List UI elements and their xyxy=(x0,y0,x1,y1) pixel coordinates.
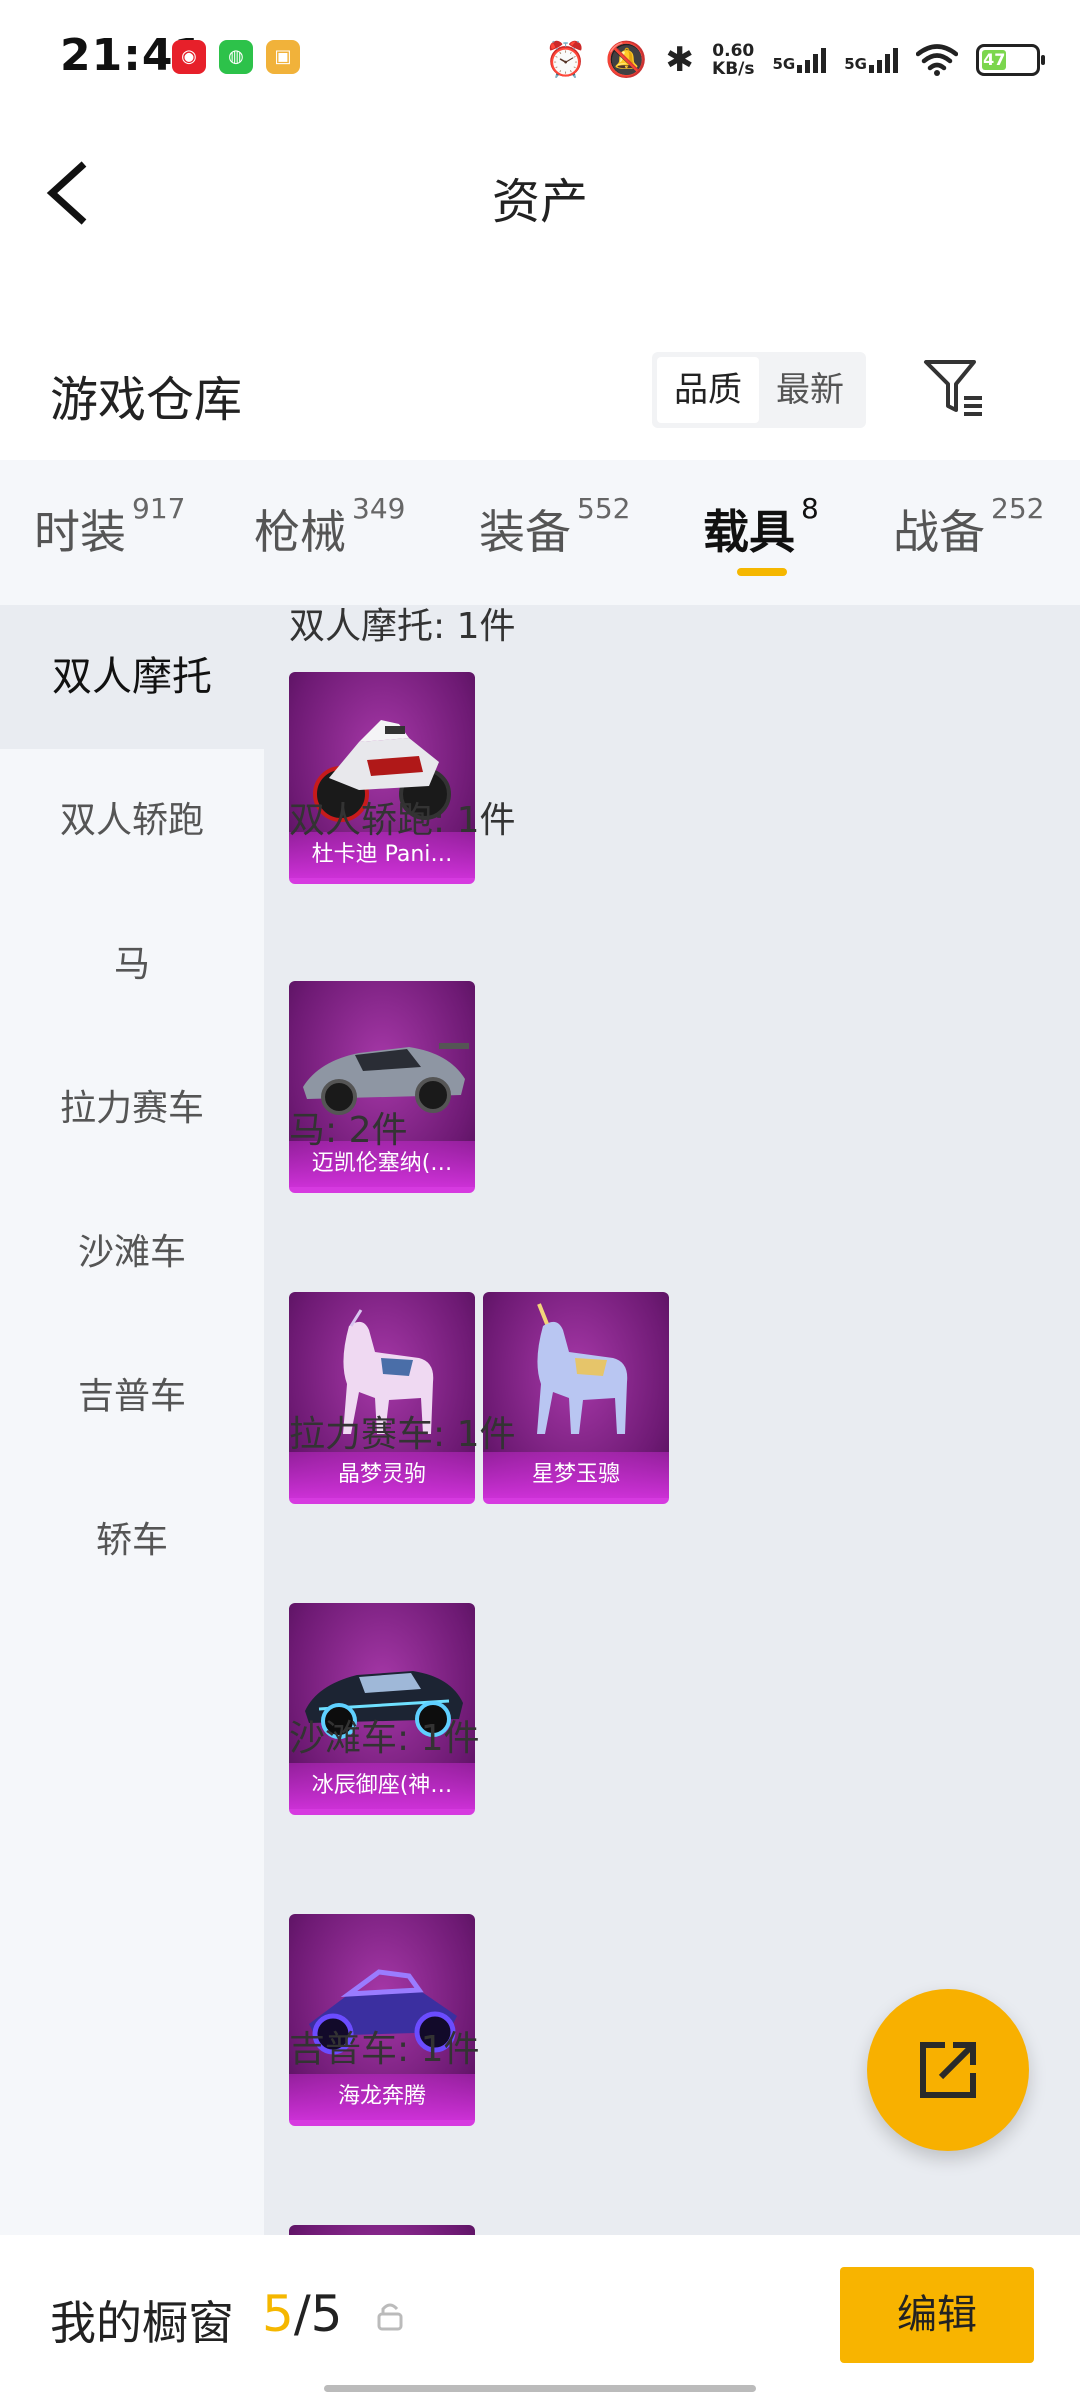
network-type-1: 5G xyxy=(772,55,796,73)
showcase-separator: / xyxy=(293,2285,311,2343)
speed-value: 0.60 xyxy=(712,41,755,61)
group-title-duo-coupe: 双人轿跑: 1件 xyxy=(289,800,516,841)
tab-label: 载具 xyxy=(703,505,795,559)
status-icons: ⏰ 🔕 ✱ 0.60 KB/s 5G 5G 47 xyxy=(544,32,1045,88)
tab-fashion[interactable]: 时装 917 xyxy=(34,492,185,562)
vehicle-card[interactable]: 晶梦灵驹 xyxy=(289,1292,475,1504)
share-fab[interactable] xyxy=(867,1989,1029,2151)
showcase-count: 5/5 xyxy=(262,2285,342,2343)
lock-icon xyxy=(377,2303,403,2331)
showcase-total: 5 xyxy=(310,2285,343,2343)
vehicle-card[interactable]: 杜卡迪 Pani… xyxy=(289,672,475,884)
tab-label: 战备 xyxy=(893,505,985,559)
vehicle-type-sidebar: 双人摩托 双人轿跑 马 拉力赛车 沙滩车 吉普车 轿车 xyxy=(0,605,264,2235)
vehicle-name: 冰辰御座(神… xyxy=(289,1763,475,1809)
sort-option-newest[interactable]: 最新 xyxy=(759,357,861,423)
sidebar-item-duo-motorbike[interactable]: 双人摩托 xyxy=(0,605,264,749)
page-title: 资产 xyxy=(491,174,588,230)
vehicle-name: 星梦玉骢 xyxy=(483,1452,669,1498)
tab-combat-gear[interactable]: 战备 252 xyxy=(893,492,1044,562)
group-title-buggy: 沙滩车: 1件 xyxy=(289,1718,480,1759)
tab-count: 8 xyxy=(801,492,819,525)
group-title-horse: 马: 2件 xyxy=(289,1110,408,1151)
home-indicator[interactable] xyxy=(324,2385,756,2392)
vehicle-card[interactable]: 星梦玉骢 xyxy=(483,1292,669,1504)
tab-count: 917 xyxy=(132,492,186,525)
network-type-2: 5G xyxy=(844,55,867,73)
wifi-icon xyxy=(916,44,958,76)
sidebar-item-sedan[interactable]: 轿车 xyxy=(0,1469,264,1613)
sidebar-item-jeep[interactable]: 吉普车 xyxy=(0,1325,264,1469)
tab-label: 时装 xyxy=(34,505,126,559)
group-title-duo-motorbike: 双人摩托: 1件 xyxy=(289,606,516,647)
sidebar-item-rally-car[interactable]: 拉力赛车 xyxy=(0,1037,264,1181)
warehouse-title: 游戏仓库 xyxy=(50,372,243,428)
battery-level: 47 xyxy=(982,50,1007,70)
signal-icon: 5G xyxy=(773,47,827,73)
group-title-jeep: 吉普车: 1件 xyxy=(289,2029,480,2070)
tab-label: 枪械 xyxy=(254,505,346,559)
sort-toggle: 品质 最新 xyxy=(652,352,866,428)
tab-weapons[interactable]: 枪械 349 xyxy=(254,492,405,562)
showcase-current: 5 xyxy=(262,2285,294,2343)
warehouse-header: 游戏仓库 品质 最新 xyxy=(0,330,1080,450)
sort-option-quality[interactable]: 品质 xyxy=(657,357,759,423)
network-speed: 0.60 KB/s xyxy=(712,42,754,78)
vehicle-card[interactable] xyxy=(289,2225,475,2235)
active-tab-indicator xyxy=(737,568,787,576)
share-external-icon xyxy=(920,2042,976,2098)
sidebar-item-horse[interactable]: 马 xyxy=(0,893,264,1037)
bluetooth-icon: ✱ xyxy=(665,40,695,80)
alarm-icon: ⏰ xyxy=(544,40,588,80)
signal-icon: 5G xyxy=(844,47,898,73)
status-bar: 21:41 ◉ ◍ ▣ ⏰ 🔕 ✱ 0.60 KB/s 5G 5G 47 xyxy=(0,0,1080,120)
app-header: 资产 xyxy=(0,120,1080,260)
vehicle-card[interactable]: 迈凯伦塞纳(… xyxy=(289,981,475,1193)
wechat-icon: ◍ xyxy=(219,40,253,74)
battery-icon: 47 xyxy=(976,44,1045,76)
vehicle-name: 晶梦灵驹 xyxy=(289,1452,475,1498)
tab-count: 552 xyxy=(577,492,631,525)
sidebar-item-duo-coupe[interactable]: 双人轿跑 xyxy=(0,749,264,893)
category-tabs: 时装 917 枪械 349 装备 552 载具 8 战备 252 xyxy=(0,460,1080,605)
group-title-rally-car: 拉力赛车: 1件 xyxy=(289,1414,516,1455)
filter-icon[interactable] xyxy=(920,354,986,420)
showcase-label: 我的橱窗 xyxy=(50,2296,234,2350)
netease-music-icon: ◉ xyxy=(172,40,206,74)
tab-count: 252 xyxy=(991,492,1045,525)
speed-unit: KB/s xyxy=(712,59,755,79)
sidebar-item-buggy[interactable]: 沙滩车 xyxy=(0,1181,264,1325)
tab-equipment[interactable]: 装备 552 xyxy=(479,492,630,562)
mute-icon: 🔕 xyxy=(605,40,648,80)
tab-label: 装备 xyxy=(479,505,571,559)
edit-button[interactable]: 编辑 xyxy=(840,2267,1034,2363)
tab-vehicles[interactable]: 载具 8 xyxy=(703,492,819,562)
tab-count: 349 xyxy=(352,492,406,525)
vehicle-name: 海龙奔腾 xyxy=(289,2074,475,2120)
showcase-bar: 我的橱窗 5/5 编辑 xyxy=(0,2235,1080,2400)
game-app-icon: ▣ xyxy=(266,40,300,74)
